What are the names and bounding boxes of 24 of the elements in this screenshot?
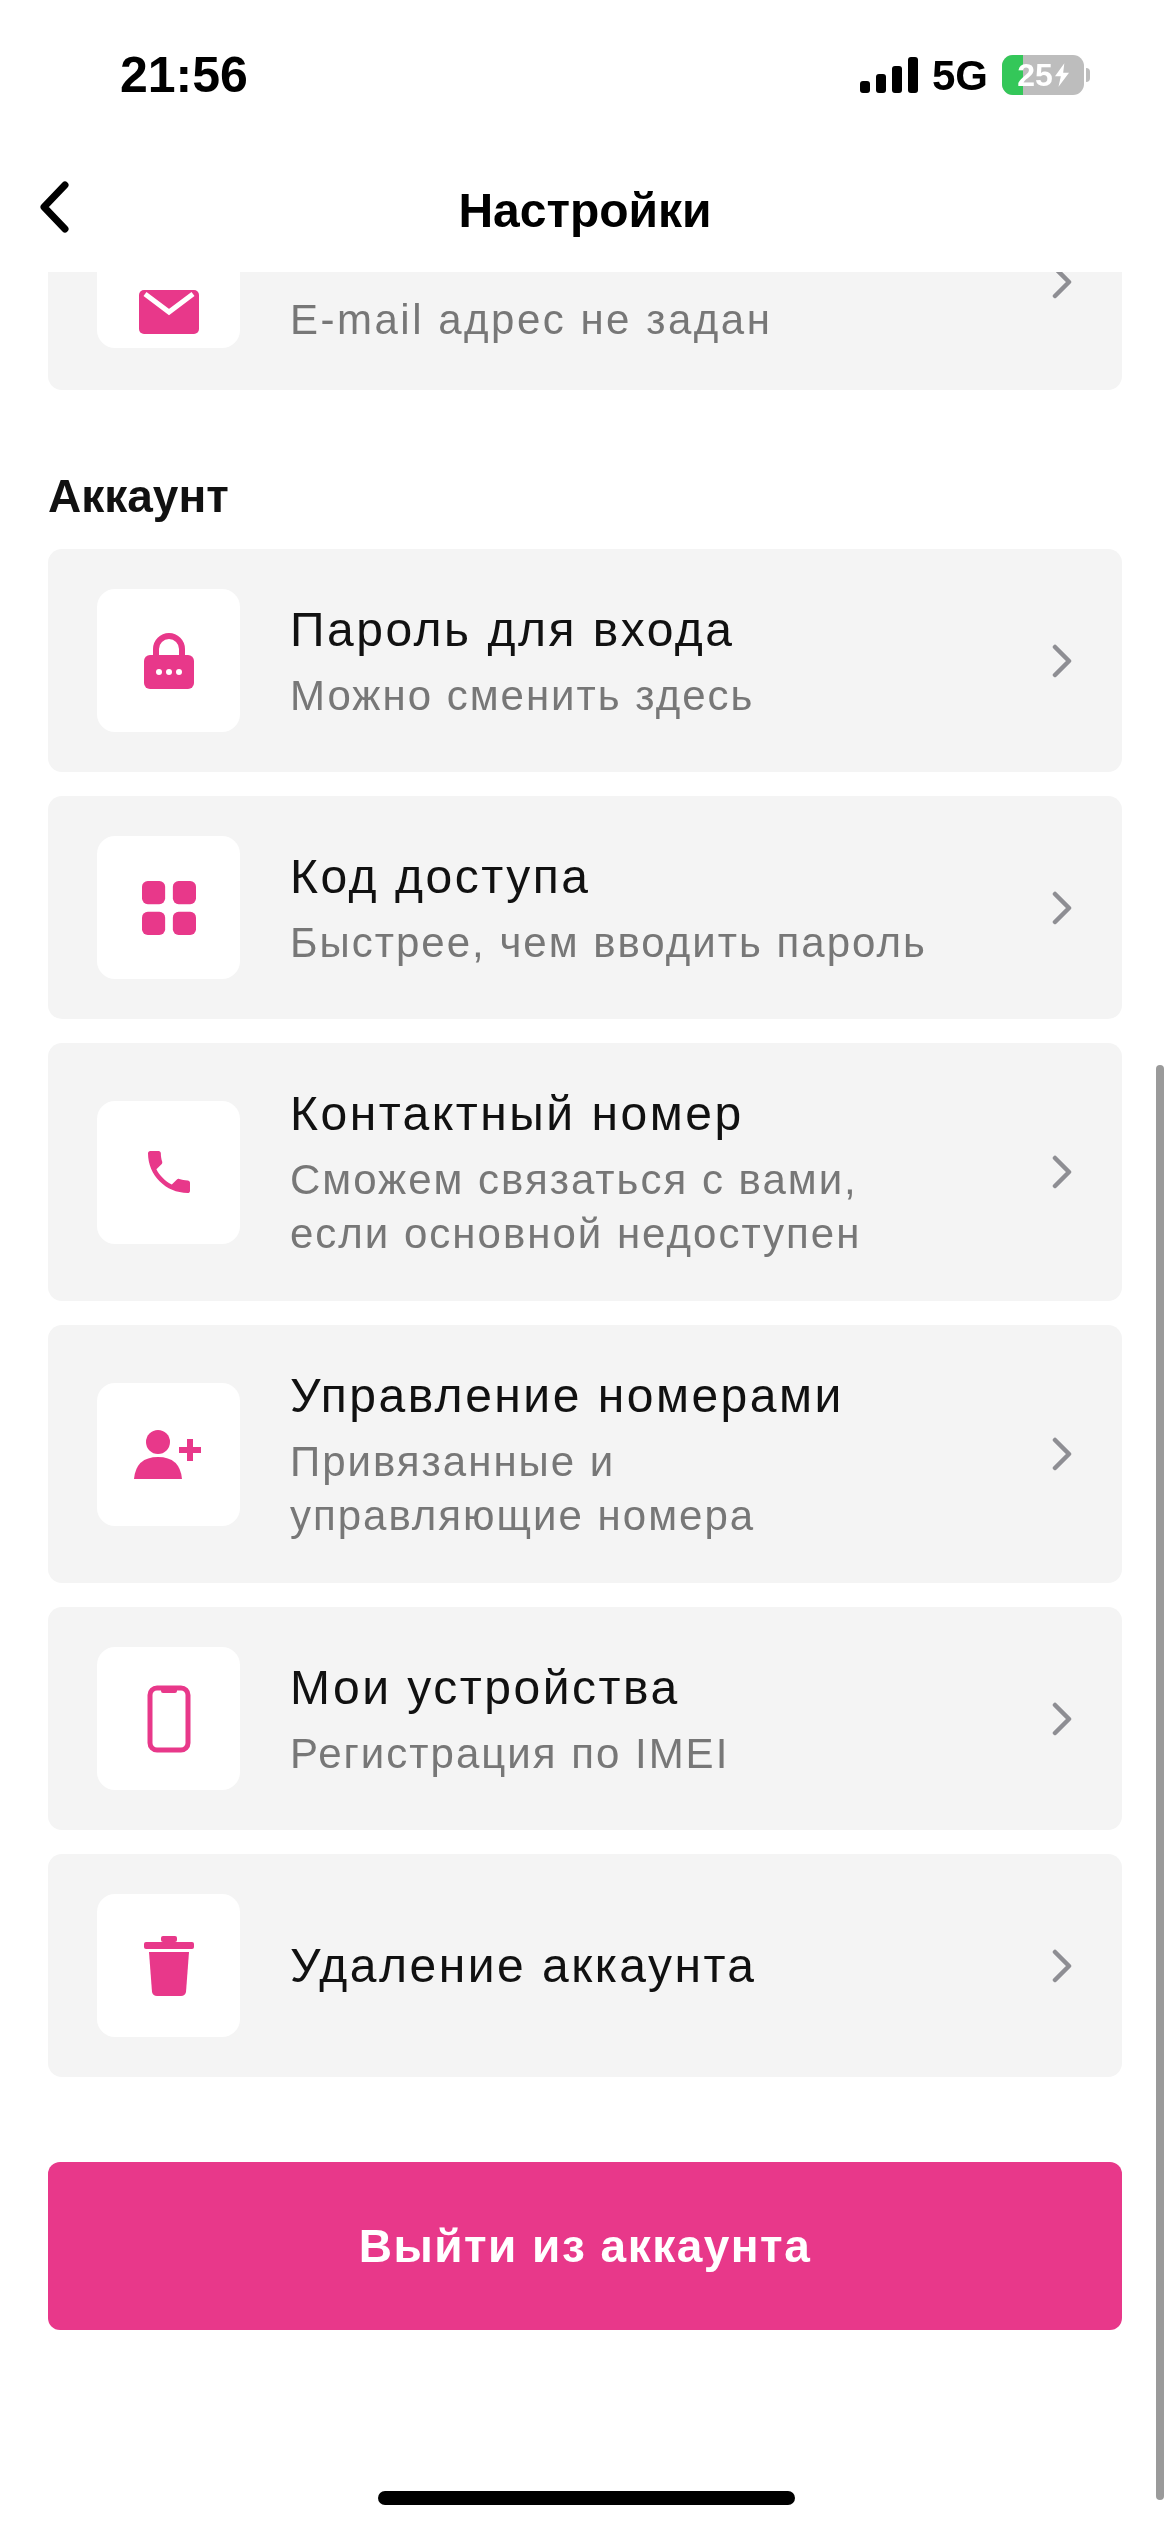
item-title: Мои устройства	[290, 1659, 681, 1716]
settings-item[interactable]: Удаление аккаунта	[48, 1854, 1122, 2077]
section-title: Аккаунт	[48, 470, 229, 522]
item-title: Управление номерами	[290, 1368, 845, 1424]
settings-item[interactable]: Мои устройства Регистрация по IMEI	[48, 1607, 1122, 1830]
item-title: Удаление аккаунта	[290, 1937, 758, 1994]
status-time: 21:56	[120, 45, 248, 105]
item-subtitle: Привязанные и управляющие номера	[290, 1437, 757, 1541]
item-title: Контактный номер	[290, 1086, 745, 1142]
item-subtitle: Регистрация по IMEI	[290, 1728, 731, 1779]
item-subtitle: Можно сменить здесь	[290, 670, 756, 721]
page-title: Настройки	[458, 183, 712, 239]
network-label: 5G	[931, 50, 988, 101]
item-subtitle: Сможем связаться с вами, если основной недоступен	[290, 1155, 863, 1259]
settings-item[interactable]: Управление номерами Привязанные и управляющие номера	[48, 1325, 1122, 1583]
settings-item[interactable]: E-mail адрес не задан	[48, 272, 1122, 390]
logout-button[interactable]: Выйти из аккаунта	[48, 2162, 1122, 2330]
item-title: Код доступа	[290, 848, 592, 905]
settings-item[interactable]: Код доступа Быстрее, чем вводить пароль	[48, 796, 1122, 1019]
item-subtitle: Быстрее, чем вводить пароль	[290, 917, 928, 968]
item-title: Пароль для входа	[290, 601, 736, 658]
settings-item[interactable]: Контактный номер Сможем связаться с вами, если основной недоступен	[48, 1043, 1122, 1301]
settings-item[interactable]: Пароль для входа Можно сменить здесь	[48, 549, 1122, 772]
item-subtitle: E-mail адрес не задан	[290, 295, 774, 345]
